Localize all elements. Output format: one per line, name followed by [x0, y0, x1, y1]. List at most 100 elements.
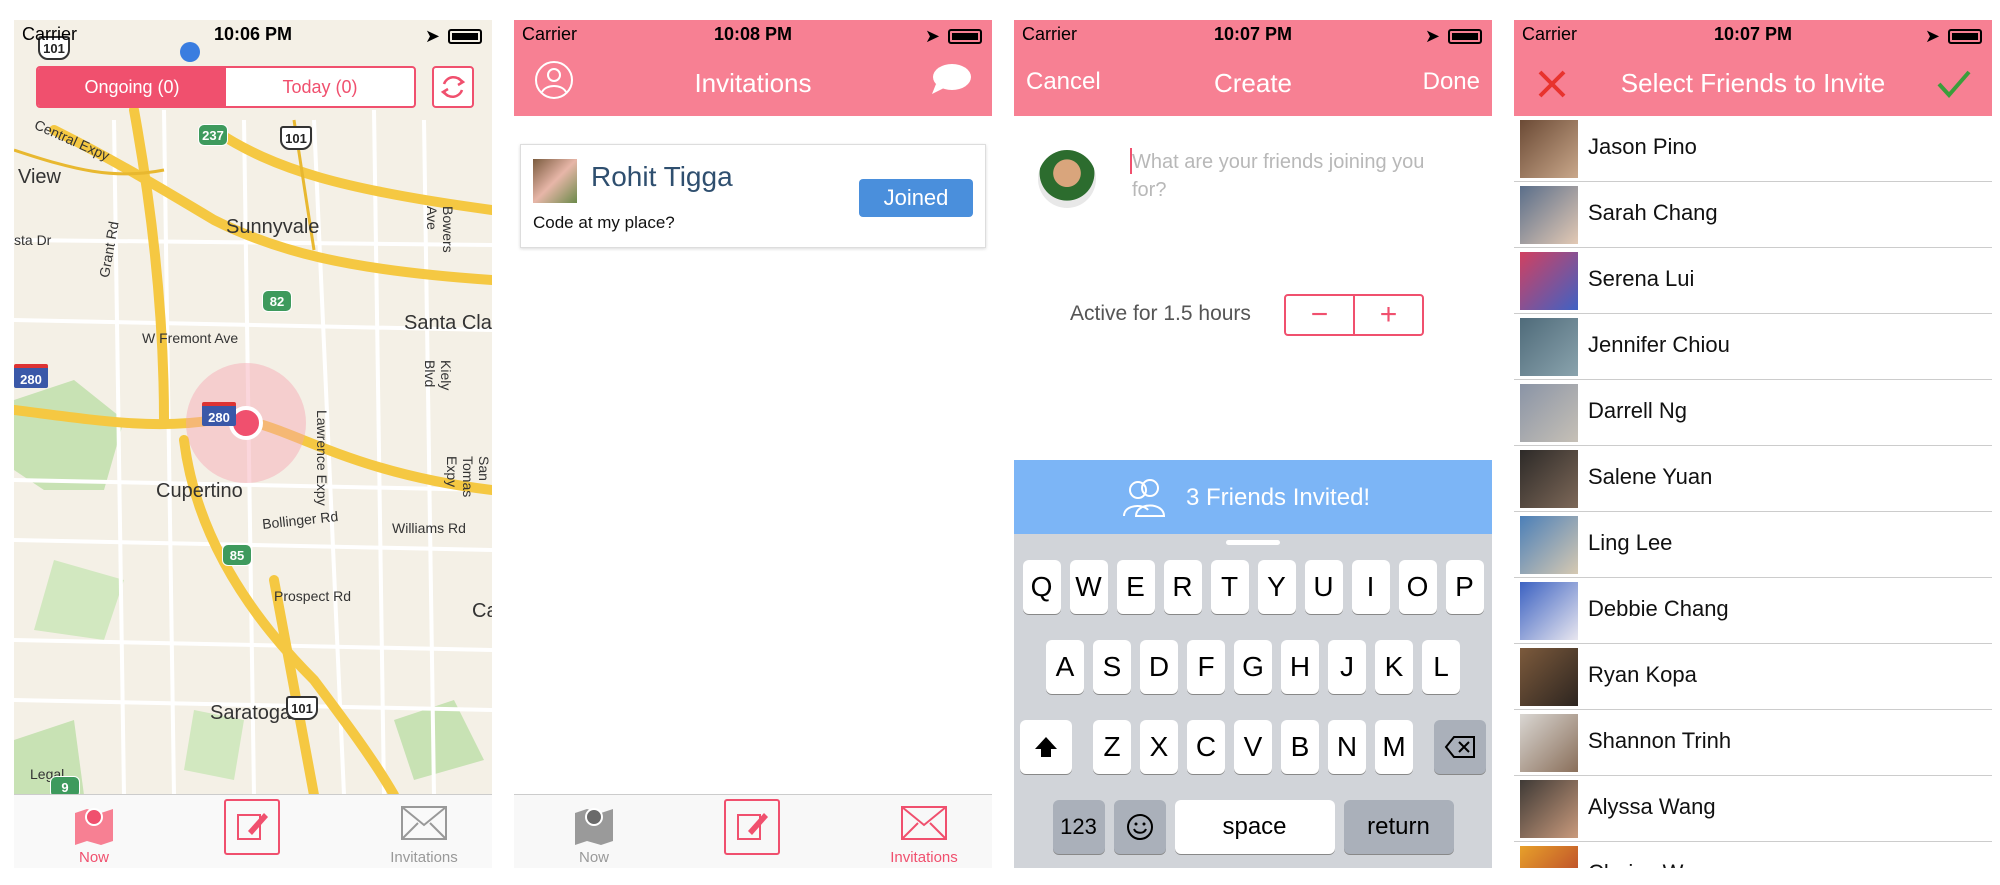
key-r[interactable]: R — [1163, 560, 1202, 614]
friend-name: Ling Lee — [1588, 530, 1673, 555]
key-q[interactable]: Q — [1022, 560, 1061, 614]
tab-now[interactable]: Now — [534, 799, 654, 866]
friend-row[interactable]: Jennifer Chiou — [1514, 314, 1992, 380]
keyboard-grabber — [1226, 540, 1280, 545]
chat-bubble-icon — [932, 64, 971, 94]
map-label-prospect: Prospect Rd — [274, 588, 352, 604]
messages-button[interactable] — [930, 62, 972, 105]
key-a[interactable]: A — [1046, 640, 1084, 694]
tab-invitations[interactable]: Invitations — [364, 799, 484, 866]
friends-list: Jason Pino Sarah Chang Serena Lui Jennifer … — [1514, 116, 1992, 868]
friend-name: Jason Pino — [1588, 134, 1697, 159]
envelope-icon — [901, 806, 947, 840]
friend-name: Ryan Kopa — [1588, 662, 1697, 687]
compose-icon — [737, 813, 768, 840]
key-n[interactable]: N — [1328, 720, 1366, 774]
route-82-shield: 82 — [262, 290, 292, 312]
map-label-williams: Williams Rd — [392, 520, 466, 536]
friend-row[interactable]: Salene Yuan — [1514, 446, 1992, 512]
key-m[interactable]: M — [1375, 720, 1413, 774]
tab-invitations[interactable]: Invitations — [864, 799, 984, 866]
compose-button[interactable] — [724, 799, 780, 855]
key-c[interactable]: C — [1187, 720, 1225, 774]
nav-bar: Carrier 10:08 PM ➤ Invitations — [514, 20, 992, 116]
key-b[interactable]: B — [1281, 720, 1319, 774]
keyboard: QWERTYUIOP ASDFGHJKL ZXCVBNM 123 space r… — [1014, 534, 1492, 868]
map-label-bowers: Bowers Ave — [424, 206, 456, 253]
key-l[interactable]: L — [1422, 640, 1460, 694]
compose-button[interactable] — [224, 799, 280, 855]
map-pin-icon — [575, 808, 613, 845]
friend-row[interactable]: Sarah Chang — [1514, 182, 1992, 248]
done-button[interactable]: Done — [1423, 68, 1480, 96]
invitation-card[interactable]: Rohit Tigga Code at my place? Joined — [520, 144, 986, 248]
friend-row[interactable]: Alyssa Wang — [1514, 776, 1992, 842]
friend-name: Jennifer Chiou — [1588, 332, 1730, 357]
map-view[interactable]: View Sunnyvale Santa Cla Cupertino Sarat… — [14, 20, 492, 795]
key-o[interactable]: O — [1398, 560, 1437, 614]
avatar — [1520, 714, 1578, 772]
friend-row[interactable]: Clarice Wang — [1514, 842, 1992, 868]
segment-ongoing[interactable]: Ongoing (0) — [38, 68, 226, 106]
return-key[interactable]: return — [1343, 800, 1454, 854]
key-k[interactable]: K — [1375, 640, 1413, 694]
keyboard-row-2: ASDFGHJKL — [1014, 640, 1492, 694]
key-y[interactable]: Y — [1257, 560, 1296, 614]
location-arrow-icon: ➤ — [924, 26, 940, 46]
key-p[interactable]: P — [1445, 560, 1484, 614]
key-j[interactable]: J — [1328, 640, 1366, 694]
key-t[interactable]: T — [1210, 560, 1249, 614]
key-x[interactable]: X — [1140, 720, 1178, 774]
friend-name: Darrell Ng — [1588, 398, 1688, 423]
activity-description-input[interactable]: What are your friends joining you for? — [1132, 148, 1462, 204]
friend-name: Alyssa Wang — [1588, 794, 1716, 819]
invite-friends-bar[interactable]: 3 Friends Invited! — [1014, 460, 1492, 534]
key-d[interactable]: D — [1140, 640, 1178, 694]
space-key[interactable]: space — [1174, 800, 1335, 854]
friend-row[interactable]: Jason Pino — [1514, 116, 1992, 182]
key-w[interactable]: W — [1069, 560, 1108, 614]
key-z[interactable]: Z — [1093, 720, 1131, 774]
tab-invitations-label: Invitations — [890, 849, 958, 866]
friend-row[interactable]: Ling Lee — [1514, 512, 1992, 578]
tab-invitations-label: Invitations — [390, 849, 458, 866]
key-e[interactable]: E — [1116, 560, 1155, 614]
tab-now[interactable]: Now — [34, 799, 154, 866]
key-h[interactable]: H — [1281, 640, 1319, 694]
key-f[interactable]: F — [1187, 640, 1225, 694]
backspace-icon — [1444, 736, 1475, 758]
tab-bar: Now Invitations — [514, 794, 992, 868]
increase-duration-button[interactable]: + — [1355, 296, 1422, 334]
map-screen: View Sunnyvale Santa Cla Cupertino Sarat… — [14, 20, 492, 868]
key-g[interactable]: G — [1234, 640, 1272, 694]
route-101-shield: 101 — [280, 126, 312, 150]
segment-today[interactable]: Today (0) — [226, 68, 414, 106]
emoji-key[interactable] — [1113, 800, 1166, 854]
key-v[interactable]: V — [1234, 720, 1272, 774]
friend-row[interactable]: Darrell Ng — [1514, 380, 1992, 446]
key-s[interactable]: S — [1093, 640, 1131, 694]
joined-button[interactable]: Joined — [859, 179, 973, 217]
avatar — [1520, 846, 1578, 868]
friends-icon — [1123, 479, 1166, 517]
refresh-button[interactable] — [432, 66, 474, 108]
friend-row[interactable]: Serena Lui — [1514, 248, 1992, 314]
key-u[interactable]: U — [1304, 560, 1343, 614]
confirm-button[interactable] — [1936, 68, 1972, 107]
friend-row[interactable]: Ryan Kopa — [1514, 644, 1992, 710]
map-label-lawrence: Lawrence Expy — [314, 410, 330, 506]
map-roads — [14, 42, 492, 795]
avatar — [1520, 120, 1578, 178]
shift-key[interactable] — [1020, 720, 1072, 774]
nav-bar: Carrier 10:07 PM ➤ Cancel Create Done — [1014, 20, 1492, 116]
key-i[interactable]: I — [1351, 560, 1390, 614]
numbers-key[interactable]: 123 — [1052, 800, 1105, 854]
friend-name: Sarah Chang — [1588, 200, 1718, 225]
invitations-screen: Carrier 10:08 PM ➤ Invitations Rohit Tig… — [514, 20, 992, 868]
friend-row[interactable]: Debbie Chang — [1514, 578, 1992, 644]
friend-row[interactable]: Shannon Trinh — [1514, 710, 1992, 776]
decrease-duration-button[interactable]: − — [1286, 296, 1355, 334]
backspace-key[interactable] — [1434, 720, 1486, 774]
avatar — [533, 159, 577, 203]
nav-bar: Carrier 10:07 PM ➤ Select Friends to Inv… — [1514, 20, 1992, 116]
